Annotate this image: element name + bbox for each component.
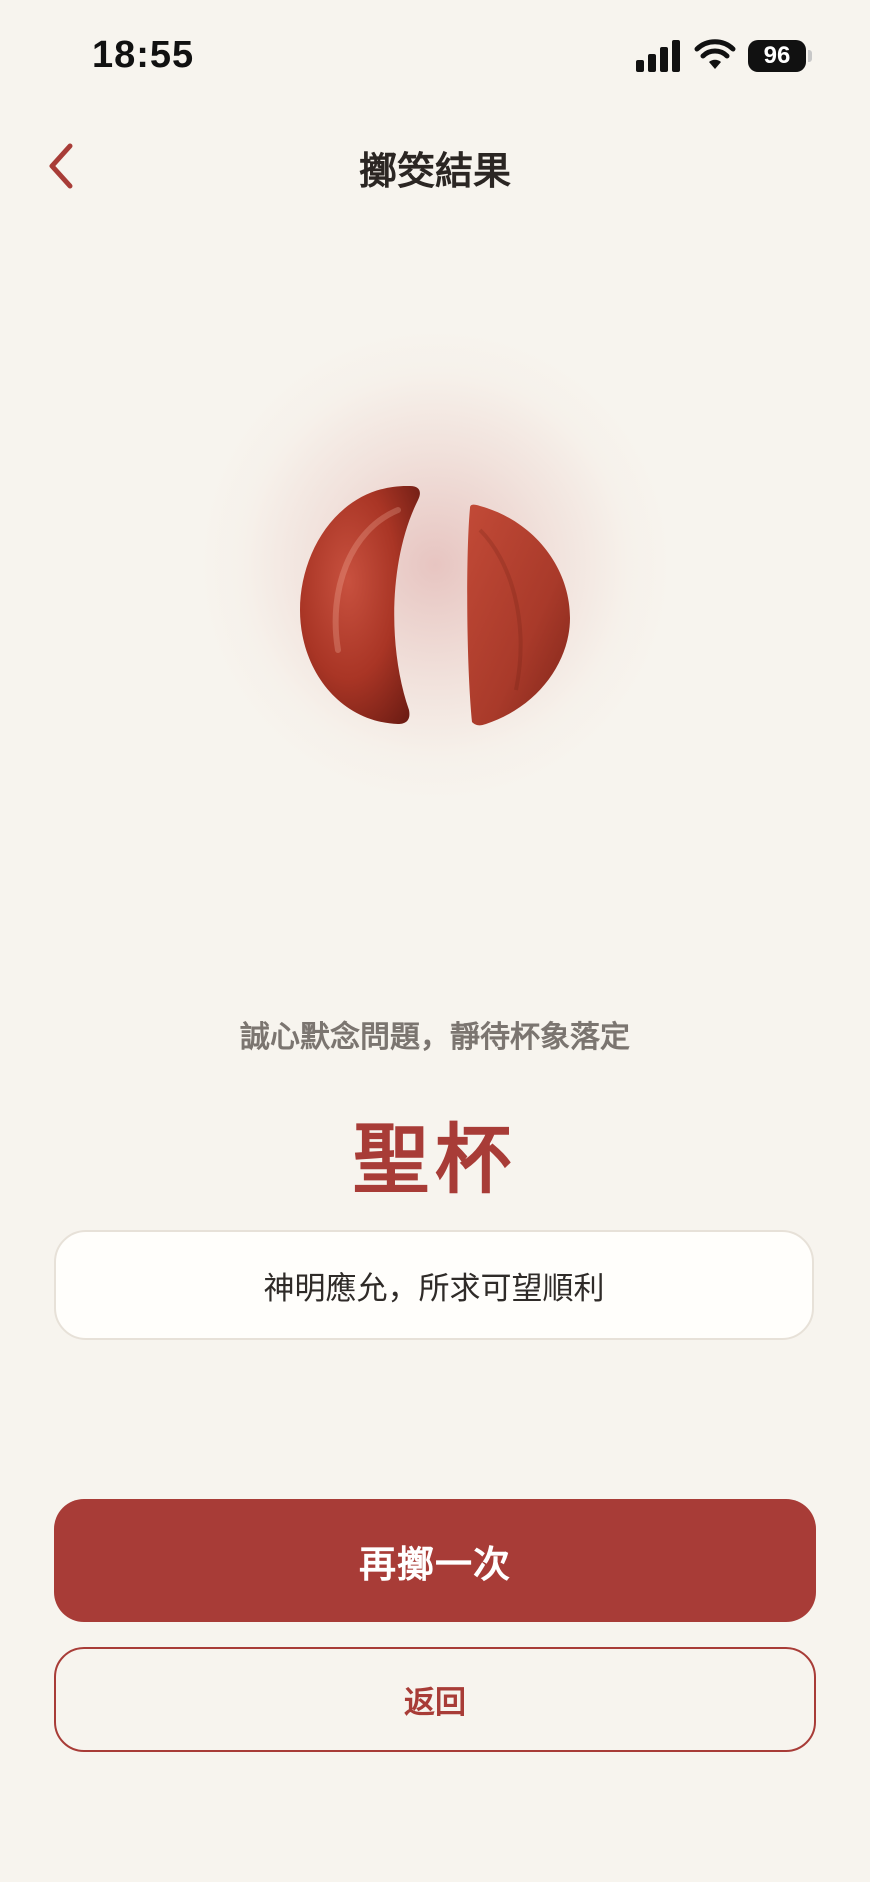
battery-icon: 96 xyxy=(748,40,806,72)
meaning-card: 神明應允，所求可望順利 xyxy=(54,1230,814,1340)
back-label: 返回 xyxy=(404,1685,466,1721)
status-bar: 18:55 96 xyxy=(0,0,870,110)
status-time: 18:55 xyxy=(92,34,195,76)
back-button[interactable]: 返回 xyxy=(54,1647,816,1752)
page-title: 擲筊結果 xyxy=(358,149,511,193)
meaning-text: 神明應允，所求可望順利 xyxy=(263,1270,605,1307)
throw-again-button[interactable]: 再擲一次 xyxy=(54,1499,816,1622)
prompt-text: 誠心默念問題，靜待杯象落定 xyxy=(240,1020,630,1055)
wifi-icon xyxy=(694,39,736,69)
jiaobei-blocks-icon xyxy=(300,485,570,726)
battery-cap xyxy=(808,50,812,62)
throw-again-label: 再擲一次 xyxy=(359,1542,511,1586)
cellular-signal-icon xyxy=(636,40,682,72)
result-title: 聖杯 xyxy=(353,1115,517,1204)
